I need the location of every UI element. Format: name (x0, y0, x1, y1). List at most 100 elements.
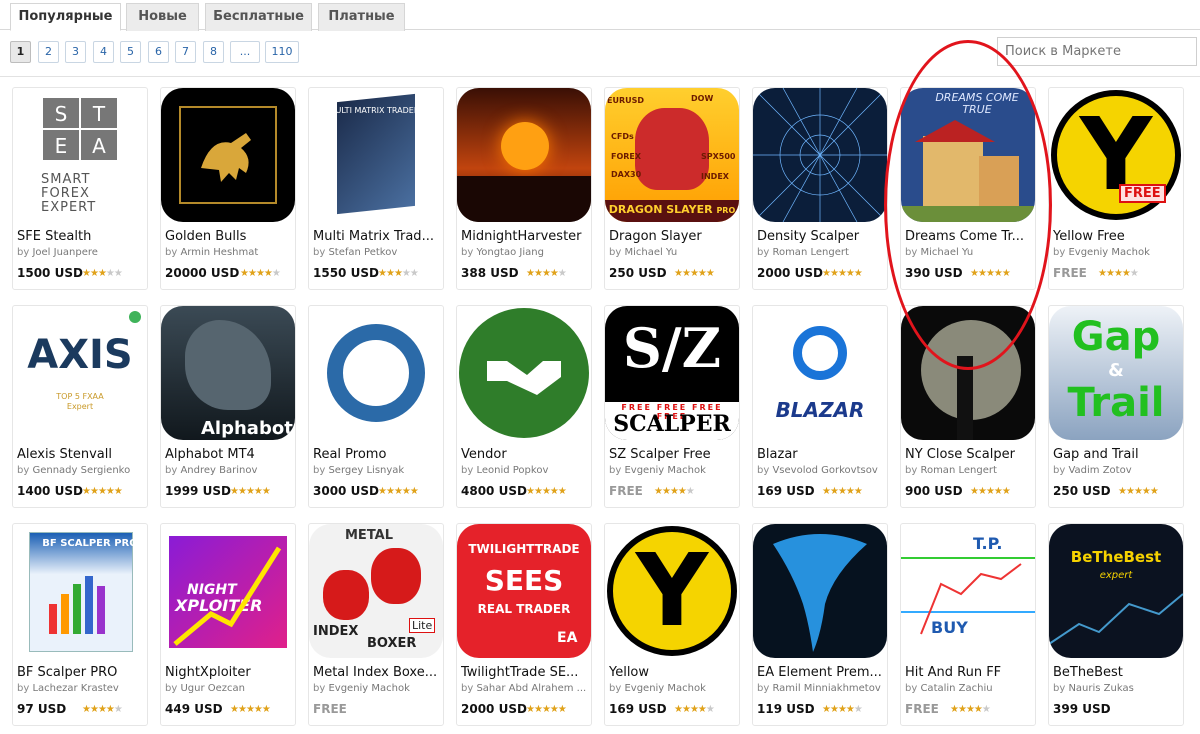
author-name[interactable]: Leonid Popkov (476, 465, 548, 476)
product-card[interactable]: MidnightHarvester by Yongtao Jiang 388 USD… (456, 87, 592, 290)
dragon-icon[interactable]: EURUSD DOW CFDs FOREX SPX500 DAX30 INDEX… (605, 88, 739, 222)
author-name[interactable]: Sergey Lisnyak (328, 465, 404, 476)
product-author[interactable]: by Andrey Barinov (165, 465, 293, 476)
product-name[interactable]: Metal Index Boxe... (313, 665, 441, 680)
product-name[interactable]: EA Element Prem... (757, 665, 885, 680)
product-card[interactable]: BF SCALPER PRO BF Scalper PRO by Lachezar… (12, 523, 148, 726)
boxing-gloves-icon[interactable]: METAL INDEX BOXER Lite (309, 524, 443, 658)
product-name[interactable]: TwilightTrade SE... (461, 665, 589, 680)
author-name[interactable]: Sahar Abd Alrahem ... (476, 683, 586, 694)
tab-popular[interactable]: Популярные (10, 3, 121, 31)
sz-scalper-icon[interactable]: S/Z FREE FREE FREE FREE SCALPER (605, 306, 739, 440)
product-card[interactable]: Y Yellow by Evgeniy Machok 169 USD ★★★★★ (604, 523, 740, 726)
product-name[interactable]: BF Scalper PRO (17, 665, 145, 680)
golden-bull-icon[interactable] (161, 88, 295, 222)
product-name[interactable]: Gap and Trail (1053, 447, 1181, 462)
bethebest-icon[interactable]: BeTheBest expert (1049, 524, 1183, 658)
product-name[interactable]: Yellow (609, 665, 737, 680)
page-1[interactable]: 1 (10, 41, 31, 63)
bf-scalper-box-icon[interactable]: BF SCALPER PRO (13, 524, 147, 658)
gap-trail-icon[interactable]: Gap & Trail (1049, 306, 1183, 440)
tornado-icon[interactable] (753, 524, 887, 658)
product-name[interactable]: NY Close Scalper (905, 447, 1033, 462)
product-author[interactable]: by Yongtao Jiang (461, 247, 589, 258)
product-card[interactable]: MULTI MATRIX TRADER Multi Matrix Trad...… (308, 87, 444, 290)
author-name[interactable]: Roman Lengert (772, 247, 848, 258)
product-author[interactable]: by Lachezar Krastev (17, 683, 145, 694)
author-name[interactable]: Evgeniy Machok (624, 683, 705, 694)
product-name[interactable]: Alexis Stenvall (17, 447, 145, 462)
night-xploiter-icon[interactable]: NIGHT XPLOITER (161, 524, 295, 658)
product-card[interactable]: Y FREE Yellow Free by Evgeniy Machok FREE ★… (1048, 87, 1184, 290)
product-author[interactable]: by Sergey Lisnyak (313, 465, 441, 476)
product-author[interactable]: by Ugur Oezcan (165, 683, 293, 694)
yellow-y-icon[interactable]: Y (605, 524, 739, 658)
author-name[interactable]: Evgeniy Machok (328, 683, 409, 694)
product-name[interactable]: Golden Bulls (165, 229, 293, 244)
author-name[interactable]: Ugur Oezcan (180, 683, 245, 694)
author-name[interactable]: Roman Lengert (920, 465, 996, 476)
handshake-icon[interactable] (457, 306, 591, 440)
blazar-logo-icon[interactable]: BLAZAR (753, 306, 887, 440)
axis-logo-icon[interactable]: AXIS TOP 5 FXAA Expert (13, 306, 147, 440)
product-author[interactable]: by Sahar Abd Alrahem ... (461, 683, 589, 694)
product-name[interactable]: Vendor (461, 447, 589, 462)
density-grid-icon[interactable] (753, 88, 887, 222)
author-name[interactable]: Evgeniy Machok (1068, 247, 1149, 258)
product-author[interactable]: by Roman Lengert (905, 465, 1033, 476)
product-card[interactable]: Real Promo by Sergey Lisnyak 3000 USD ★★★★★ (308, 305, 444, 508)
product-card[interactable]: T.P. BUY Hit And Run FF by Catalin Zachiu… (900, 523, 1036, 726)
author-name[interactable]: Lachezar Krastev (32, 683, 118, 694)
tab-paid[interactable]: Платные (318, 3, 405, 31)
product-name[interactable]: Density Scalper (757, 229, 885, 244)
author-name[interactable]: Catalin Zachiu (920, 683, 992, 694)
alphabot-horse-icon[interactable]: Alphabot (161, 306, 295, 440)
author-name[interactable]: Andrey Barinov (180, 465, 257, 476)
multi-matrix-box-icon[interactable]: MULTI MATRIX TRADER (309, 88, 443, 222)
product-author[interactable]: by Nauris Zukas (1053, 683, 1181, 694)
tab-free[interactable]: Бесплатные (205, 3, 312, 31)
product-author[interactable]: by Evgeniy Machok (609, 683, 737, 694)
product-author[interactable]: by Michael Yu (609, 247, 737, 258)
page-6[interactable]: 6 (148, 41, 169, 63)
product-card[interactable]: Vendor by Leonid Popkov 4800 USD ★★★★★ (456, 305, 592, 508)
product-author[interactable]: by Joel Juanpere (17, 247, 145, 258)
product-author[interactable]: by Catalin Zachiu (905, 683, 1033, 694)
page-ellipsis[interactable]: ... (230, 41, 260, 63)
author-name[interactable]: Vadim Zotov (1068, 465, 1131, 476)
product-card[interactable]: AXIS TOP 5 FXAA Expert Alexis Stenvall by… (12, 305, 148, 508)
product-name[interactable]: Multi Matrix Trad... (313, 229, 441, 244)
product-author[interactable]: by Vsevolod Gorkovtsov (757, 465, 885, 476)
product-name[interactable]: NightXploiter (165, 665, 293, 680)
product-card[interactable]: Density Scalper by Roman Lengert 2000 USD ★… (752, 87, 888, 290)
page-110[interactable]: 110 (265, 41, 299, 63)
product-card[interactable]: Alphabot Alphabot MT4 by Andrey Barinov 19… (160, 305, 296, 508)
product-name[interactable]: Hit And Run FF (905, 665, 1033, 680)
blue-ring-icon[interactable] (309, 306, 443, 440)
product-card[interactable]: TWILIGHTTRADE SEES REAL TRADER EA Twilig… (456, 523, 592, 726)
product-author[interactable]: by Armin Heshmat (165, 247, 293, 258)
market-search-input[interactable] (997, 37, 1197, 66)
author-name[interactable]: Armin Heshmat (180, 247, 258, 258)
author-name[interactable]: Stefan Petkov (328, 247, 397, 258)
product-author[interactable]: by Ramil Minniakhmetov (757, 683, 885, 694)
author-name[interactable]: Michael Yu (624, 247, 677, 258)
author-name[interactable]: Ramil Minniakhmetov (772, 683, 880, 694)
product-author[interactable]: by Roman Lengert (757, 247, 885, 258)
product-card[interactable]: NIGHT XPLOITER NightXploiter by Ugur Oezc… (160, 523, 296, 726)
page-2[interactable]: 2 (38, 41, 59, 63)
product-author[interactable]: by Gennady Sergienko (17, 465, 145, 476)
product-card[interactable]: Golden Bulls by Armin Heshmat 20000 USD ★★★… (160, 87, 296, 290)
product-card[interactable]: BeTheBest expert BeTheBest by Nauris Zuka… (1048, 523, 1184, 726)
product-name[interactable]: Yellow Free (1053, 229, 1181, 244)
yellow-y-free-icon[interactable]: Y FREE (1049, 88, 1183, 222)
product-author[interactable]: by Evgeniy Machok (1053, 247, 1181, 258)
author-name[interactable]: Vsevolod Gorkovtsov (772, 465, 877, 476)
product-name[interactable]: SZ Scalper Free (609, 447, 737, 462)
product-card[interactable]: EURUSD DOW CFDs FOREX SPX500 DAX30 INDEX… (604, 87, 740, 290)
author-name[interactable]: Nauris Zukas (1068, 683, 1133, 694)
product-author[interactable]: by Evgeniy Machok (609, 465, 737, 476)
author-name[interactable]: Yongtao Jiang (476, 247, 543, 258)
tab-new[interactable]: Новые (126, 3, 199, 31)
product-card[interactable]: EA Element Prem... by Ramil Minniakhmetov… (752, 523, 888, 726)
